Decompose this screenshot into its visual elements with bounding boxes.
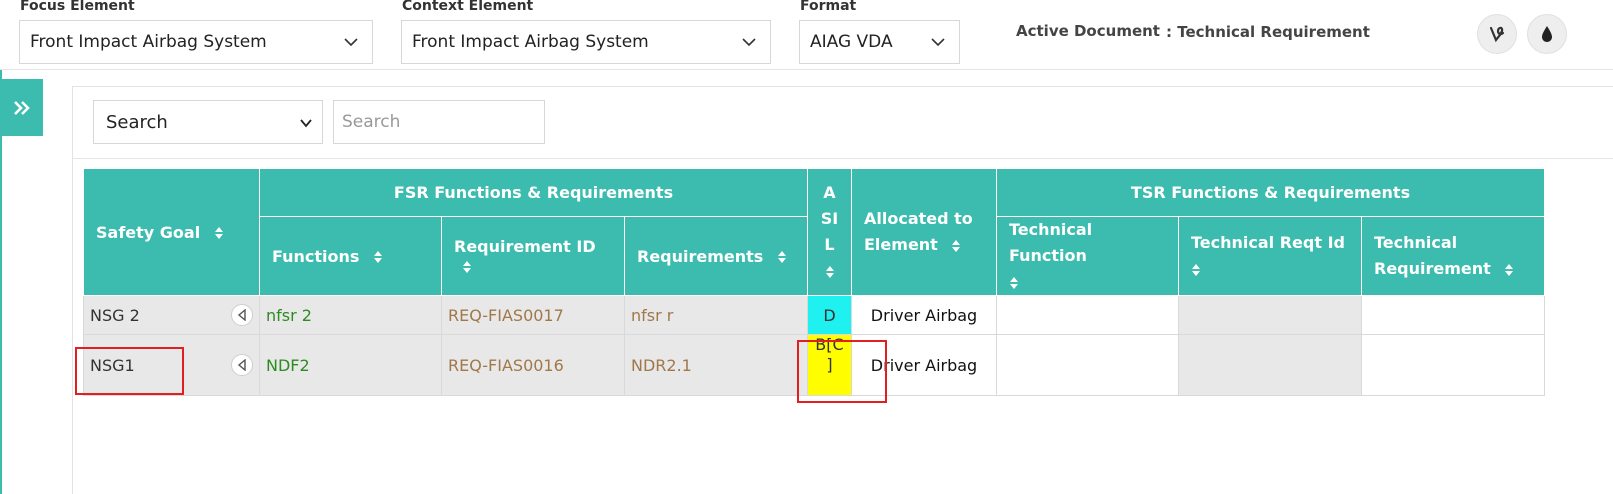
- cell-function[interactable]: nfsr 2: [259, 295, 442, 335]
- context-element-value: Front Impact Airbag System: [412, 32, 649, 52]
- cell-function[interactable]: NDF2: [259, 334, 442, 396]
- table-row[interactable]: NSG 2 nfsr 2 REQ-FIAS0017 nfsr r D Drive…: [83, 295, 1545, 335]
- search-field-select[interactable]: Search: [93, 100, 323, 144]
- cell-requirement[interactable]: nfsr r: [624, 295, 808, 335]
- vine-icon: [1489, 26, 1505, 43]
- header-safety-goal[interactable]: Safety Goal: [83, 168, 260, 296]
- search-placeholder: Search: [342, 112, 401, 132]
- chevron-down-icon: [344, 38, 358, 47]
- chevron-down-icon: [931, 38, 945, 47]
- sort-icon: [214, 226, 224, 240]
- sort-icon: [462, 260, 472, 274]
- active-document-value: : Technical Requirement: [1166, 23, 1370, 41]
- cell-technical-requirement[interactable]: [1361, 334, 1545, 396]
- focus-element-select[interactable]: Front Impact Airbag System: [19, 20, 373, 64]
- header-requirement-id[interactable]: Requirement ID: [441, 216, 625, 296]
- sort-icon: [1504, 263, 1514, 277]
- cell-requirement-id[interactable]: REQ-FIAS0016: [441, 334, 625, 396]
- header-functions[interactable]: Functions: [259, 216, 442, 296]
- chevron-down-icon: [300, 119, 312, 128]
- search-bar: Search Search: [73, 87, 1613, 159]
- cell-technical-function[interactable]: [996, 334, 1179, 396]
- header-technical-function[interactable]: Technical Function: [996, 216, 1179, 296]
- highlight-box-safety-goal: [75, 347, 184, 395]
- vine-button[interactable]: [1477, 14, 1517, 54]
- drop-button[interactable]: [1527, 14, 1567, 54]
- sidebar-expand-button[interactable]: [0, 79, 43, 136]
- focus-element-value: Front Impact Airbag System: [30, 32, 267, 52]
- cell-technical-reqt-id[interactable]: [1178, 334, 1362, 396]
- sort-icon: [777, 250, 787, 264]
- triangle-left-icon: [237, 359, 246, 371]
- sort-icon: [825, 265, 835, 279]
- triangle-left-icon: [237, 309, 246, 321]
- cell-asil: D: [807, 295, 852, 335]
- chevron-down-icon: [742, 38, 756, 47]
- search-input[interactable]: Search: [333, 100, 545, 144]
- sort-icon: [373, 250, 383, 264]
- cell-safety-goal: NSG 2: [83, 295, 260, 335]
- focus-element-label: Focus Element: [20, 0, 135, 14]
- header-requirements[interactable]: Requirements: [624, 216, 808, 296]
- cell-allocated: Driver Airbag: [851, 295, 997, 335]
- search-field-value: Search: [106, 111, 168, 133]
- format-label: Format: [800, 0, 857, 14]
- cell-technical-reqt-id[interactable]: [1178, 295, 1362, 335]
- header-allocated-to-element[interactable]: Allocated to Element: [851, 168, 997, 296]
- format-select[interactable]: AIAG VDA: [799, 20, 960, 64]
- sort-icon: [1191, 263, 1201, 277]
- header-group-fsr: FSR Functions & Requirements: [259, 168, 808, 217]
- context-element-select[interactable]: Front Impact Airbag System: [401, 20, 771, 64]
- cell-technical-requirement[interactable]: [1361, 295, 1545, 335]
- collapse-toggle-button[interactable]: [231, 354, 253, 376]
- collapse-toggle-button[interactable]: [231, 304, 253, 326]
- active-document-label: Active Document: [1016, 22, 1160, 40]
- header-technical-requirement[interactable]: Technical Requirement: [1361, 216, 1545, 296]
- highlight-box-asil: [797, 340, 887, 403]
- water-drop-icon: [1542, 26, 1552, 42]
- sort-icon: [1009, 276, 1019, 290]
- format-value: AIAG VDA: [810, 32, 893, 52]
- double-chevron-right-icon: [13, 100, 30, 115]
- cell-requirement-id[interactable]: REQ-FIAS0017: [441, 295, 625, 335]
- sort-icon: [951, 239, 961, 253]
- top-toolbar: Focus Element Front Impact Airbag System…: [0, 0, 1613, 70]
- context-element-label: Context Element: [402, 0, 534, 14]
- cell-requirement[interactable]: NDR2.1: [624, 334, 808, 396]
- header-group-tsr: TSR Functions & Requirements: [996, 168, 1545, 217]
- cell-technical-function[interactable]: [996, 295, 1179, 335]
- header-technical-reqt-id[interactable]: Technical Reqt Id: [1178, 216, 1362, 296]
- header-asil[interactable]: A SI L: [807, 168, 852, 296]
